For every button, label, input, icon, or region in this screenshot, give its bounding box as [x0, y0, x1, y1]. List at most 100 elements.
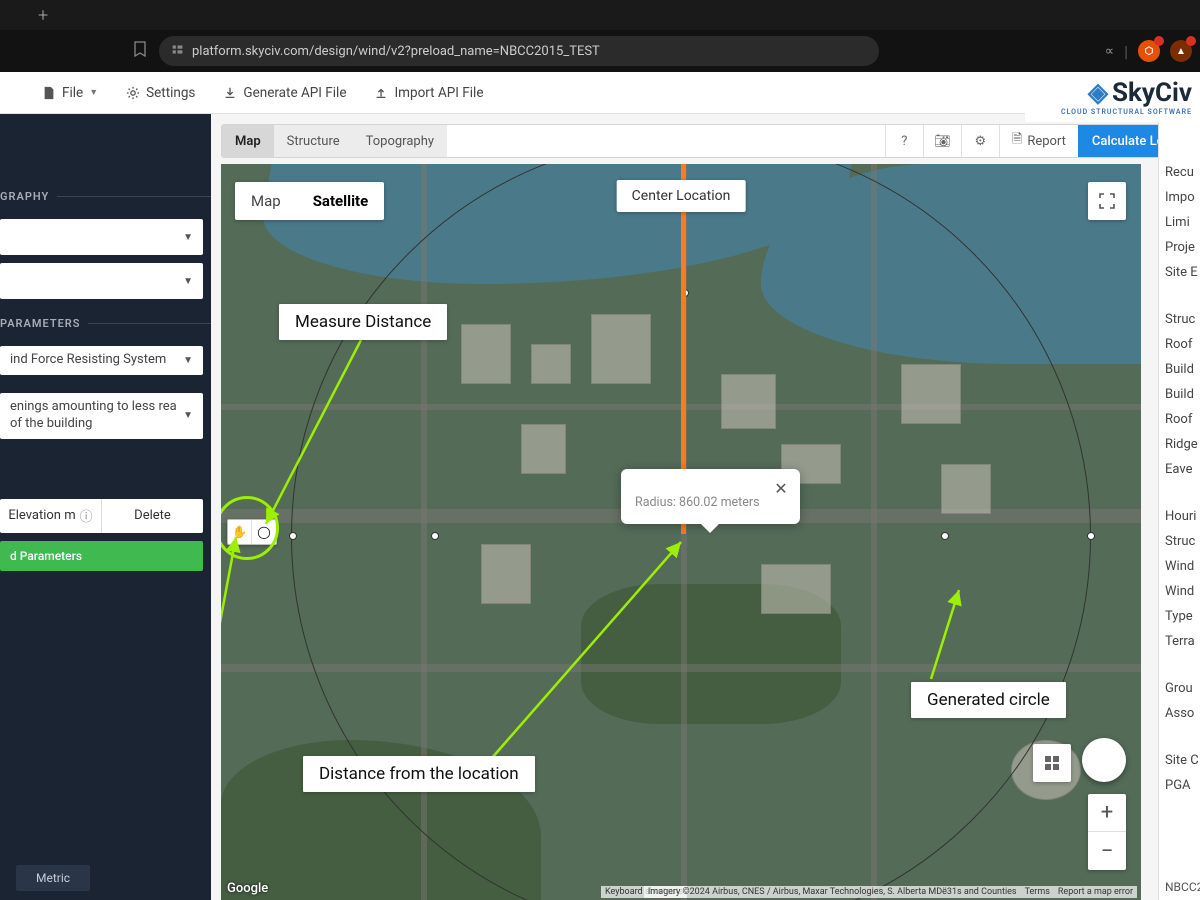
chevron-down-icon: ▼ [183, 409, 193, 422]
chevron-down-icon: ▼ [183, 276, 193, 287]
openings-select[interactable]: enings amounting to less rea of the buil… [0, 393, 203, 439]
map-type-control: Map Satellite [235, 182, 384, 220]
elevation-label: Elevation m [8, 508, 75, 523]
terms-link[interactable]: Terms [1025, 887, 1050, 897]
right-item[interactable]: Grou [1159, 676, 1200, 701]
openings-label: enings amounting to less rea of the buil… [10, 399, 183, 433]
file-label: File [62, 85, 83, 101]
right-item[interactable]: Proje [1159, 235, 1200, 260]
browser-address-row: platform.skyciv.com/design/wind/v2?prelo… [0, 30, 1200, 72]
right-results-panel: Recu Impo Limi Proje Site E Struc Roof B… [1158, 122, 1200, 900]
elevation-button[interactable]: Elevation m ⓘ [0, 499, 102, 533]
right-item[interactable]: Impo [1159, 185, 1200, 210]
section-header-graphy: GRAPHY [0, 190, 211, 211]
tab-structure[interactable]: Structure [274, 125, 353, 157]
download-icon [223, 86, 237, 100]
right-item[interactable]: PGA [1159, 773, 1200, 798]
tab-topography[interactable]: Topography [353, 125, 447, 157]
close-icon[interactable]: ✕ [774, 479, 787, 498]
mwfrs-label: ind Force Resisting System [10, 352, 166, 369]
grid-icon [1044, 755, 1060, 771]
generate-api-button[interactable]: Generate API File [223, 85, 346, 101]
camera-button[interactable]: 📷︎ [923, 125, 961, 157]
center-location-label: Center Location [617, 180, 746, 212]
settings-view-button[interactable]: ⚙ [961, 125, 999, 157]
circle-handle[interactable] [1087, 532, 1095, 540]
brand-logo: ◈SkyCiv CLOUD STRUCTURAL SOFTWARE [1025, 72, 1200, 122]
units-button[interactable]: Metric [16, 865, 90, 891]
zoom-out-button[interactable]: − [1088, 832, 1126, 870]
right-item[interactable]: Build [1159, 382, 1200, 407]
zoom-in-button[interactable]: + [1088, 794, 1126, 832]
callout-gencircle: Generated circle [911, 682, 1066, 718]
generate-label: Generate API File [243, 85, 346, 101]
bookmark-icon[interactable] [133, 41, 147, 61]
right-item[interactable]: Limi [1159, 210, 1200, 235]
extension-icon-2[interactable]: ▲ [1170, 40, 1192, 62]
logo-name: SkyCiv [1112, 78, 1192, 108]
map-canvas[interactable]: Map Satellite Center Location ✕ Radius: … [221, 164, 1141, 900]
settings-menu[interactable]: Settings [126, 85, 195, 101]
right-item[interactable]: Site C [1159, 748, 1200, 773]
right-item[interactable]: Struc [1159, 307, 1200, 332]
confirm-parameters-button[interactable]: d Parameters [0, 541, 203, 571]
info-icon: ⓘ [80, 506, 93, 525]
circle-handle[interactable] [941, 532, 949, 540]
right-item[interactable]: Asso [1159, 701, 1200, 726]
measure-distance-button[interactable]: ◯ [252, 520, 276, 544]
circle-handle[interactable] [431, 532, 439, 540]
report-icon: 🗎 [1012, 130, 1022, 152]
zoom-control: + − [1088, 794, 1126, 870]
right-item[interactable]: Wind [1159, 554, 1200, 579]
help-button[interactable]: ? [885, 125, 923, 157]
site-info-icon[interactable] [171, 43, 184, 60]
logo-sub: CLOUD STRUCTURAL SOFTWARE [1061, 108, 1192, 116]
app-toolbar: File ▼ Settings Generate API File Import… [0, 72, 1200, 114]
right-item[interactable]: Struc [1159, 529, 1200, 554]
delete-button[interactable]: Delete [102, 499, 203, 533]
dropdown-2[interactable]: ▼ [0, 263, 203, 299]
map-type-satellite[interactable]: Satellite [297, 182, 385, 220]
gear-icon [126, 86, 140, 100]
right-item[interactable]: Build [1159, 357, 1200, 382]
callout-distance: Distance from the location [303, 756, 535, 792]
map-type-map[interactable]: Map [235, 182, 297, 220]
file-menu[interactable]: File ▼ [42, 85, 98, 101]
dropdown-1[interactable]: ▼ [0, 219, 203, 255]
right-item[interactable]: Recu [1159, 160, 1200, 185]
import-api-button[interactable]: Import API File [374, 85, 483, 101]
right-item[interactable]: Eave [1159, 457, 1200, 482]
right-item[interactable]: Wind [1159, 579, 1200, 604]
circle-handle[interactable] [289, 532, 297, 540]
radius-text: Radius: 860.02 meters [635, 495, 760, 510]
center-area: Map Structure Topography ? 📷︎ ⚙ 🗎 Report … [211, 114, 1200, 900]
logo-mark-icon: ◈ [1088, 78, 1108, 108]
share-icon[interactable]: ∝ [1105, 44, 1114, 59]
right-item[interactable]: Roof [1159, 332, 1200, 357]
new-tab-button[interactable]: + [38, 5, 48, 26]
report-button[interactable]: 🗎Report [999, 125, 1078, 157]
right-item[interactable]: Ridge [1159, 432, 1200, 457]
extension-icon-1[interactable]: ⬡ [1138, 40, 1160, 62]
tab-map[interactable]: Map [222, 125, 274, 157]
tilt-button[interactable] [1033, 744, 1071, 782]
street-view-button[interactable] [1082, 738, 1126, 782]
report-error-link[interactable]: Report a map error [1058, 887, 1133, 897]
google-logo: Google [227, 881, 268, 896]
hand-icon: ✋ [232, 525, 247, 539]
stop-drawing-button[interactable]: ✋ [228, 520, 252, 544]
circle-draw-icon: ◯ [257, 525, 270, 539]
right-item[interactable]: Type [1159, 604, 1200, 629]
right-item[interactable]: Roof [1159, 407, 1200, 432]
mwfrs-select[interactable]: ind Force Resisting System ▼ [0, 346, 203, 375]
camera-icon: 📷︎ [934, 134, 951, 149]
left-parameters-panel: GRAPHY ▼ ▼ PARAMETERS ind Force Resistin… [0, 114, 211, 900]
right-item[interactable]: Terra [1159, 629, 1200, 654]
fullscreen-button[interactable] [1088, 182, 1126, 220]
right-item[interactable]: Site E [1159, 260, 1200, 285]
section-header-parameters: PARAMETERS [0, 317, 211, 338]
address-bar[interactable]: platform.skyciv.com/design/wind/v2?prelo… [159, 36, 879, 66]
radius-infowindow: ✕ Radius: 860.02 meters [621, 469, 800, 524]
right-item[interactable]: Houri [1159, 504, 1200, 529]
url-text: platform.skyciv.com/design/wind/v2?prelo… [192, 44, 600, 59]
